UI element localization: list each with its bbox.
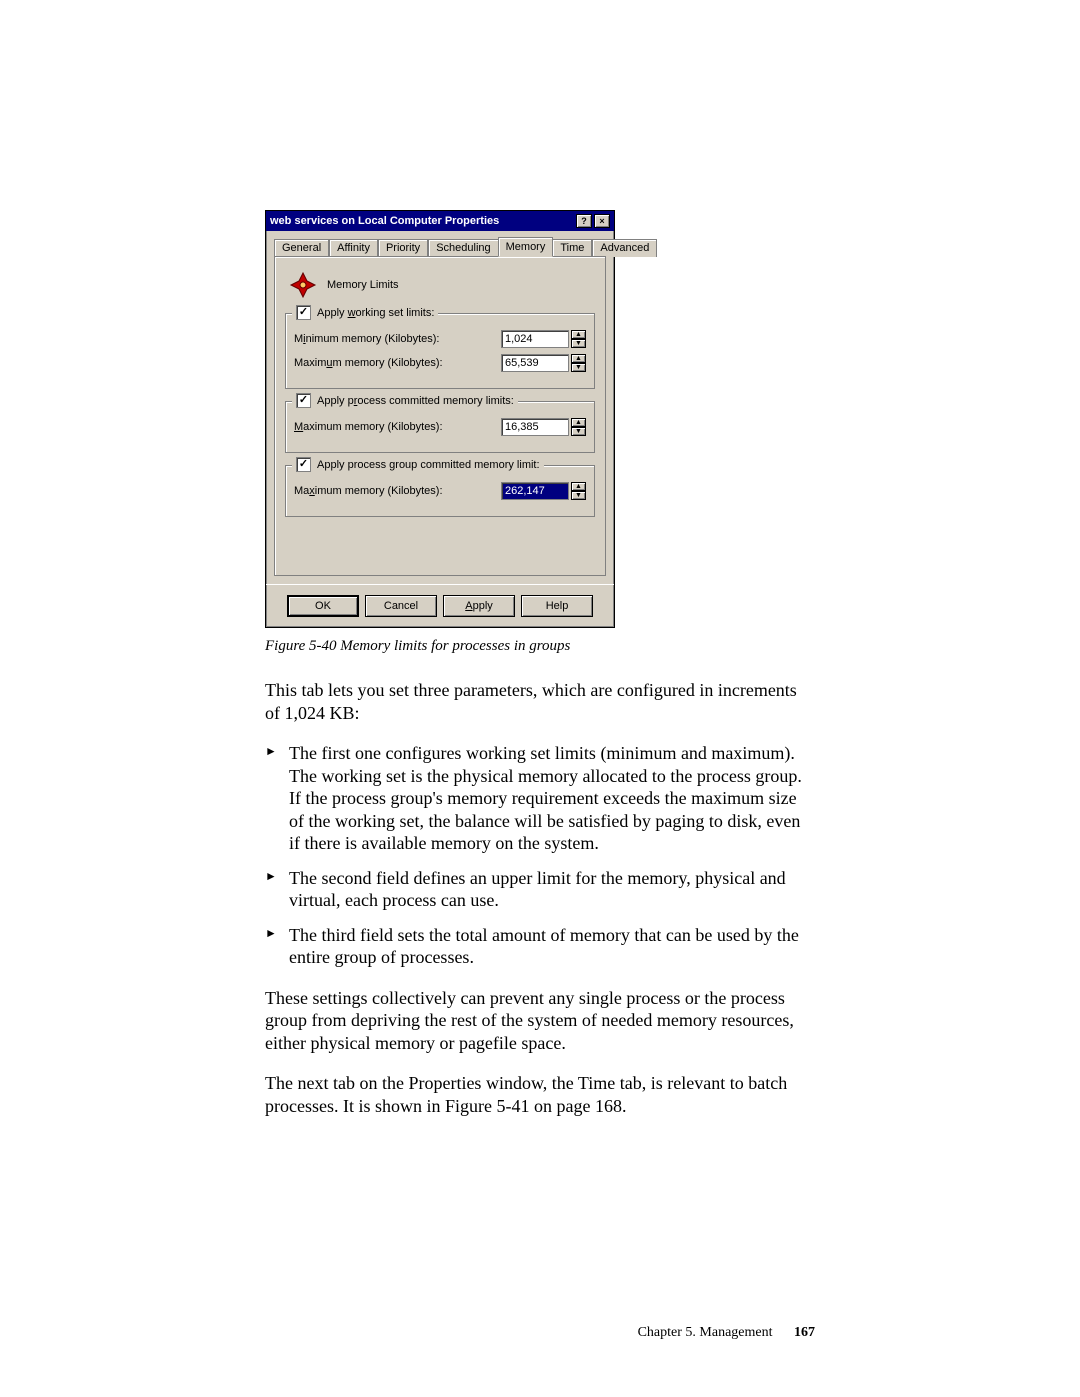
spin-up-icon[interactable]: ▲ — [571, 482, 586, 491]
paragraph: This tab lets you set three parameters, … — [265, 679, 815, 724]
figure-caption: Figure 5-40 Memory limits for processes … — [265, 638, 815, 655]
tab-strip: General Affinity Priority Scheduling Mem… — [274, 237, 606, 257]
spin-down-icon[interactable]: ▼ — [571, 427, 586, 436]
group-group-commit: ✓ Apply process group committed memory l… — [285, 465, 595, 517]
spin-up-icon[interactable]: ▲ — [571, 354, 586, 363]
checkbox-working-set[interactable]: ✓ — [296, 305, 311, 320]
titlebar: web services on Local Computer Propertie… — [266, 211, 614, 231]
cancel-button[interactable]: Cancel — [365, 595, 437, 617]
list-item: The third field sets the total amount of… — [265, 924, 815, 969]
label-max-memory-ws: Maximum memory (Kilobytes): — [294, 357, 443, 369]
memory-tab-panel: Memory Limits ✓ Apply working set limits… — [274, 256, 606, 576]
properties-dialog: web services on Local Computer Propertie… — [265, 210, 615, 628]
group-working-set: ✓ Apply working set limits: Minimum memo… — [285, 313, 595, 389]
label-min-memory: Minimum memory (Kilobytes): — [294, 333, 439, 345]
input-max-memory-ws[interactable] — [501, 354, 569, 372]
label-max-memory-proc: Maximum memory (Kilobytes): — [294, 421, 443, 433]
input-max-memory-proc[interactable] — [501, 418, 569, 436]
paragraph: The next tab on the Properties window, t… — [265, 1072, 815, 1117]
page-footer: Chapter 5. Management 167 — [638, 1325, 815, 1341]
group-legend-working-set: Apply working set limits: — [317, 307, 434, 319]
help-button-bottom[interactable]: Help — [521, 595, 593, 617]
tab-advanced[interactable]: Advanced — [592, 239, 657, 257]
window-title: web services on Local Computer Propertie… — [270, 215, 499, 227]
list-item: The first one configures working set lim… — [265, 742, 815, 855]
spin-down-icon[interactable]: ▼ — [571, 339, 586, 348]
memory-icon — [289, 271, 317, 299]
apply-button[interactable]: Apply — [443, 595, 515, 617]
tab-scheduling[interactable]: Scheduling — [428, 239, 498, 257]
page-number: 167 — [794, 1325, 815, 1340]
input-max-memory-group[interactable] — [501, 482, 569, 500]
group-legend-group-commit: Apply process group committed memory lim… — [317, 459, 540, 471]
spin-down-icon[interactable]: ▼ — [571, 363, 586, 372]
button-bar: OK Cancel Apply Help — [266, 584, 614, 627]
help-button[interactable]: ? — [576, 214, 592, 228]
tab-memory[interactable]: Memory — [498, 237, 554, 257]
close-button[interactable]: × — [594, 214, 610, 228]
tab-priority[interactable]: Priority — [378, 239, 428, 257]
spin-down-icon[interactable]: ▼ — [571, 491, 586, 500]
spin-up-icon[interactable]: ▲ — [571, 330, 586, 339]
spin-up-icon[interactable]: ▲ — [571, 418, 586, 427]
group-process-commit: ✓ Apply process committed memory limits:… — [285, 401, 595, 453]
tab-general[interactable]: General — [274, 239, 329, 257]
label-max-memory-group: Maximum memory (Kilobytes): — [294, 485, 443, 497]
chapter-label: Chapter 5. Management — [638, 1325, 773, 1340]
bullet-list: The first one configures working set lim… — [265, 742, 815, 969]
list-item: The second field defines an upper limit … — [265, 867, 815, 912]
checkbox-group-commit[interactable]: ✓ — [296, 457, 311, 472]
checkbox-process-commit[interactable]: ✓ — [296, 393, 311, 408]
tab-affinity[interactable]: Affinity — [329, 239, 378, 257]
panel-heading: Memory Limits — [327, 279, 399, 291]
input-min-memory[interactable] — [501, 330, 569, 348]
tab-time[interactable]: Time — [552, 239, 592, 257]
ok-button[interactable]: OK — [287, 595, 359, 617]
group-legend-process-commit: Apply process committed memory limits: — [317, 395, 514, 407]
paragraph: These settings collectively can prevent … — [265, 987, 815, 1055]
